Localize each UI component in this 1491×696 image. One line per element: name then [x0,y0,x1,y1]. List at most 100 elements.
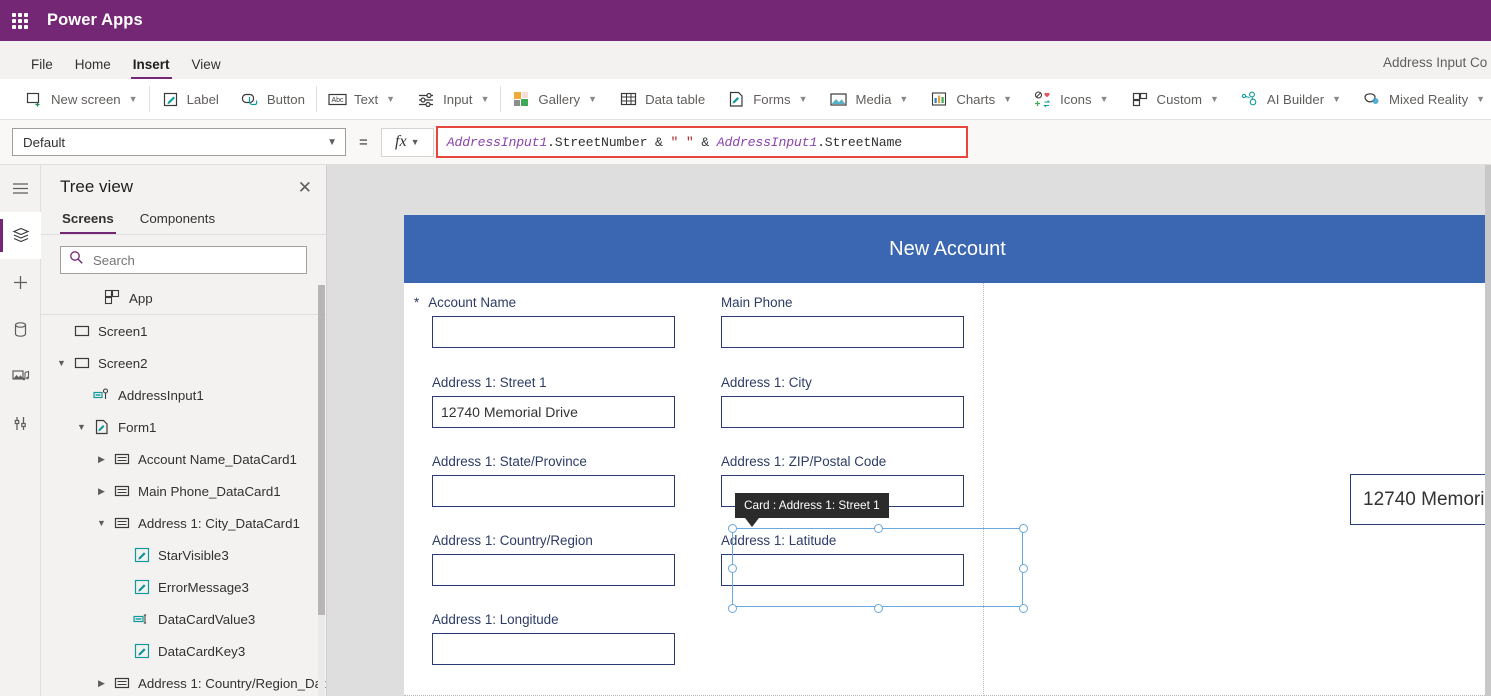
ribbon-gallery-btn[interactable]: Gallery ▼ [501,79,608,120]
chevron-down-icon[interactable]: ▼ [95,518,108,528]
ribbon-icons-btn[interactable]: Icons ▼ [1023,79,1119,120]
tree-scrollbar-thumb[interactable] [318,285,325,615]
formula-input[interactable]: AddressInput1.StreetNumber & " " & Addre… [435,126,968,158]
form-field[interactable]: Address 1: State/Province [432,454,675,507]
ribbon-custom-btn[interactable]: Custom ▼ [1120,79,1230,120]
search-box[interactable] [60,246,307,274]
ribbon-label: Data table [645,91,706,107]
chevron-right-icon[interactable]: ▶ [95,678,108,689]
tree-item[interactable]: StarVisible3 [41,539,326,571]
ribbon-button-btn[interactable]: Button [230,79,316,120]
form-field-label-text: Main Phone [721,295,793,310]
svg-text:Abc: Abc [331,97,344,104]
tab-components[interactable]: Components [138,209,217,234]
menu-item-file[interactable]: File [22,57,62,80]
form-field-input[interactable] [721,316,964,348]
tree-item[interactable]: ▼ Address 1: City_DataCard1 [41,507,326,539]
media-icon[interactable] [0,353,41,400]
address-input-value: 12740 Memorial Drive, Houston, TX 770… [1363,488,1491,510]
chevron-down-icon: ▼ [1099,94,1109,104]
tree-item-label: Main Phone_DataCard1 [138,483,281,499]
tree-item[interactable]: ▶ Address 1: Country/Region_DataCard [41,667,326,696]
datacard-icon [112,451,131,467]
tree-item-label: Screen2 [98,355,148,371]
tab-screens[interactable]: Screens [60,209,116,234]
search-input[interactable] [91,251,298,269]
ribbon-new-screen[interactable]: New screen ▼ [14,79,149,120]
ribbon-mixed-reality-btn[interactable]: Mixed Reality ▼ [1352,79,1491,120]
app-icon [104,289,120,308]
chevron-down-icon[interactable]: ▼ [75,422,88,432]
form-field-label: Address 1: City [721,375,964,390]
form-field[interactable]: Address 1: Street 1 12740 Memorial Drive [432,375,675,428]
screen-icon [72,323,91,339]
input-icon [417,90,436,109]
document-title: Address Input Co [1383,55,1488,70]
tree-item[interactable]: DataCardKey3 [41,635,326,667]
advanced-tools-icon[interactable] [0,400,41,447]
form-field-label: Address 1: State/Province [432,454,675,469]
waffle-icon[interactable] [9,10,31,32]
tree-scrollbar[interactable] [318,285,325,696]
form-field[interactable]: Address 1: Country/Region [432,533,675,586]
form-field[interactable]: * Account Name [414,295,675,348]
form-field-input[interactable] [432,316,675,348]
ribbon-text-btn[interactable]: Abc Text ▼ [317,79,406,120]
tree-view-tabs: Screens Components [41,209,326,235]
ribbon-label: Media [855,91,892,107]
form-field[interactable]: Address 1: Latitude [721,533,964,586]
menu-bar: File Home Insert View Address Input Co [0,41,1491,79]
menu-item-view[interactable]: View [183,57,230,80]
menu-item-insert[interactable]: Insert [124,57,179,80]
data-icon[interactable] [0,306,41,353]
ribbon-forms-btn[interactable]: Forms ▼ [716,79,818,120]
form-field-input[interactable]: 12740 Memorial Drive [432,396,675,428]
ribbon-label: Text [353,91,379,107]
ribbon-label: Charts [956,91,996,107]
form-field-label: Main Phone [721,295,964,310]
search-icon [69,250,84,270]
ribbon-label-btn[interactable]: Label [150,79,230,120]
tree-item-label: Account Name_DataCard1 [138,451,297,467]
menu-icon[interactable] [0,165,41,212]
tree-item[interactable]: ErrorMessage3 [41,571,326,603]
label-icon [161,90,180,109]
form-field-input[interactable] [721,396,964,428]
close-icon[interactable]: ✕ [298,179,312,196]
ribbon-charts-btn[interactable]: Charts ▼ [919,79,1023,120]
chevron-right-icon[interactable]: ▶ [95,486,108,497]
chevron-right-icon[interactable]: ▶ [95,454,108,465]
form-field-label-text: Address 1: Latitude [721,533,837,548]
chevron-down-icon: ▼ [899,94,909,104]
address-input-control[interactable]: 12740 Memorial Drive, Houston, TX 770… [1350,474,1491,525]
tree-item[interactable]: ▶ Account Name_DataCard1 [41,443,326,475]
tree-item[interactable]: ▶ Main Phone_DataCard1 [41,475,326,507]
tree-view-icon[interactable] [0,212,41,259]
ribbon-data-table-btn[interactable]: Data table [608,79,716,120]
form-field[interactable]: Address 1: City [721,375,964,428]
form-field[interactable]: Address 1: Longitude [432,612,675,665]
chevron-down-icon[interactable]: ▼ [55,358,68,368]
property-dropdown[interactable]: Default ▼ [12,128,346,156]
tree-item[interactable]: ▼ Form1 [41,411,326,443]
chevron-down-icon: ▼ [1003,94,1013,104]
ribbon-ai-builder-btn[interactable]: AI Builder ▼ [1230,79,1352,120]
form-field[interactable]: Main Phone [721,295,964,348]
tree-item[interactable]: ▼ Screen2 [41,347,326,379]
tree-item[interactable]: DataCardValue3 [41,603,326,635]
insert-icon[interactable] [0,259,41,306]
required-asterisk: * [414,295,420,310]
form-field-input[interactable] [432,633,675,665]
menu-item-home[interactable]: Home [66,57,120,80]
tree-item[interactable]: AddressInput1 [41,379,326,411]
ribbon-media-btn[interactable]: Media ▼ [818,79,919,120]
form-field-input[interactable] [432,475,675,507]
form-field-input[interactable] [432,554,675,586]
forms-icon [727,90,746,109]
tree-item-app[interactable]: App [41,283,326,315]
ribbon-label: Mixed Reality [1389,91,1469,107]
fx-button[interactable]: fx ▼ [380,127,434,157]
tree-item[interactable]: Screen1 [41,315,326,347]
form-field-input[interactable] [721,554,964,586]
ribbon-input-btn[interactable]: Input ▼ [406,79,500,120]
